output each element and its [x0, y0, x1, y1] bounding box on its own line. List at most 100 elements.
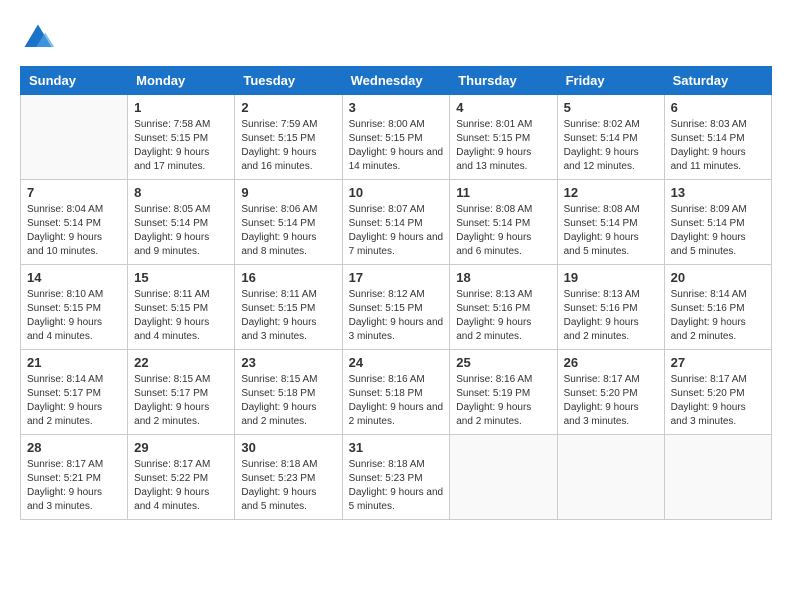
day-info: Sunrise: 8:10 AMSunset: 5:15 PMDaylight:… [27, 288, 121, 344]
day-info: Sunrise: 8:17 AMSunset: 5:21 PMDaylight:… [27, 458, 121, 514]
calendar-cell: 20 Sunrise: 8:14 AMSunset: 5:16 PMDayligh… [664, 265, 771, 350]
calendar-cell: 16Sunrise: 8:11 AMSunset: 5:15 PMDayligh… [235, 265, 342, 350]
calendar-cell: 1 Sunrise: 7:58 AMSunset: 5:15 PMDaylight… [128, 95, 235, 180]
day-info: Sunrise: 8:11 AMSunset: 5:15 PMDaylight:… [134, 288, 228, 344]
day-info: Sunrise: 8:09 AMSunset: 5:14 PMDaylight:… [671, 203, 765, 259]
day-info: Sunrise: 8:06 AMSunset: 5:14 PMDaylight:… [241, 203, 335, 259]
day-number: 1 [134, 100, 228, 115]
calendar-cell [664, 435, 771, 520]
day-number: 27 [671, 355, 765, 370]
day-info: Sunrise: 7:58 AMSunset: 5:15 PMDaylight:… [134, 118, 228, 174]
day-info: Sunrise: 8:16 AMSunset: 5:19 PMDaylight:… [456, 373, 550, 429]
weekday-header: Monday [128, 67, 235, 95]
day-info: Sunrise: 8:18 AMSunset: 5:23 PMDaylight:… [241, 458, 335, 514]
day-number: 2 [241, 100, 335, 115]
page-header [20, 20, 772, 56]
calendar-cell: 11 Sunrise: 8:08 AMSunset: 5:14 PMDayligh… [450, 180, 557, 265]
calendar-cell: 12Sunrise: 8:08 AMSunset: 5:14 PMDayligh… [557, 180, 664, 265]
calendar-cell: 7 Sunrise: 8:04 AMSunset: 5:14 PMDaylight… [21, 180, 128, 265]
day-number: 28 [27, 440, 121, 455]
calendar-cell: 19 Sunrise: 8:13 AMSunset: 5:16 PMDayligh… [557, 265, 664, 350]
day-number: 22 [134, 355, 228, 370]
day-info: Sunrise: 7:59 AMSunset: 5:15 PMDaylight:… [241, 118, 335, 174]
calendar-cell: 2 Sunrise: 7:59 AMSunset: 5:15 PMDaylight… [235, 95, 342, 180]
day-number: 20 [671, 270, 765, 285]
calendar-cell: 28 Sunrise: 8:17 AMSunset: 5:21 PMDayligh… [21, 435, 128, 520]
weekday-header: Thursday [450, 67, 557, 95]
logo-icon [20, 20, 56, 56]
calendar-cell: 22 Sunrise: 8:15 AMSunset: 5:17 PMDayligh… [128, 350, 235, 435]
day-number: 9 [241, 185, 335, 200]
calendar-cell: 6Sunrise: 8:03 AMSunset: 5:14 PMDaylight… [664, 95, 771, 180]
calendar-week-row: 28 Sunrise: 8:17 AMSunset: 5:21 PMDayligh… [21, 435, 772, 520]
day-number: 23 [241, 355, 335, 370]
day-number: 18 [456, 270, 550, 285]
calendar-cell: 4Sunrise: 8:01 AMSunset: 5:15 PMDaylight… [450, 95, 557, 180]
day-info: Sunrise: 8:13 AMSunset: 5:16 PMDaylight:… [456, 288, 550, 344]
day-info: Sunrise: 8:05 AMSunset: 5:14 PMDaylight:… [134, 203, 228, 259]
weekday-header: Tuesday [235, 67, 342, 95]
calendar-cell: 17 Sunrise: 8:12 AMSunset: 5:15 PMDayligh… [342, 265, 450, 350]
day-info: Sunrise: 8:15 AMSunset: 5:17 PMDaylight:… [134, 373, 228, 429]
day-number: 14 [27, 270, 121, 285]
day-number: 5 [564, 100, 658, 115]
calendar-cell: 8 Sunrise: 8:05 AMSunset: 5:14 PMDaylight… [128, 180, 235, 265]
day-info: Sunrise: 8:13 AMSunset: 5:16 PMDaylight:… [564, 288, 658, 344]
day-number: 8 [134, 185, 228, 200]
calendar-week-row: 1 Sunrise: 7:58 AMSunset: 5:15 PMDaylight… [21, 95, 772, 180]
calendar-cell: 23 Sunrise: 8:15 AMSunset: 5:18 PMDayligh… [235, 350, 342, 435]
weekday-header: Sunday [21, 67, 128, 95]
calendar-header-row: SundayMondayTuesdayWednesdayThursdayFrid… [21, 67, 772, 95]
calendar-cell: 15 Sunrise: 8:11 AMSunset: 5:15 PMDayligh… [128, 265, 235, 350]
day-number: 6 [671, 100, 765, 115]
calendar-cell: 21 Sunrise: 8:14 AMSunset: 5:17 PMDayligh… [21, 350, 128, 435]
day-info: Sunrise: 8:11 AMSunset: 5:15 PMDaylight:… [241, 288, 335, 344]
day-number: 26 [564, 355, 658, 370]
calendar-cell: 10 Sunrise: 8:07 AMSunset: 5:14 PMDayligh… [342, 180, 450, 265]
calendar-cell [21, 95, 128, 180]
day-number: 7 [27, 185, 121, 200]
day-number: 15 [134, 270, 228, 285]
day-number: 24 [349, 355, 444, 370]
day-number: 19 [564, 270, 658, 285]
day-number: 3 [349, 100, 444, 115]
day-number: 17 [349, 270, 444, 285]
calendar-cell: 25 Sunrise: 8:16 AMSunset: 5:19 PMDayligh… [450, 350, 557, 435]
day-info: Sunrise: 8:07 AMSunset: 5:14 PMDaylight:… [349, 203, 444, 259]
day-info: Sunrise: 8:02 AMSunset: 5:14 PMDaylight:… [564, 118, 658, 174]
calendar-cell: 18 Sunrise: 8:13 AMSunset: 5:16 PMDayligh… [450, 265, 557, 350]
calendar-cell: 13Sunrise: 8:09 AMSunset: 5:14 PMDayligh… [664, 180, 771, 265]
day-number: 11 [456, 185, 550, 200]
calendar-cell: 30 Sunrise: 8:18 AMSunset: 5:23 PMDayligh… [235, 435, 342, 520]
calendar-cell: 14 Sunrise: 8:10 AMSunset: 5:15 PMDayligh… [21, 265, 128, 350]
day-info: Sunrise: 8:17 AMSunset: 5:20 PMDaylight:… [671, 373, 765, 429]
calendar-week-row: 7 Sunrise: 8:04 AMSunset: 5:14 PMDaylight… [21, 180, 772, 265]
day-info: Sunrise: 8:15 AMSunset: 5:18 PMDaylight:… [241, 373, 335, 429]
weekday-header: Wednesday [342, 67, 450, 95]
calendar-cell: 26Sunrise: 8:17 AMSunset: 5:20 PMDayligh… [557, 350, 664, 435]
logo [20, 20, 60, 56]
day-info: Sunrise: 8:08 AMSunset: 5:14 PMDaylight:… [564, 203, 658, 259]
calendar-cell: 24Sunrise: 8:16 AMSunset: 5:18 PMDayligh… [342, 350, 450, 435]
weekday-header: Friday [557, 67, 664, 95]
day-info: Sunrise: 8:14 AMSunset: 5:17 PMDaylight:… [27, 373, 121, 429]
day-number: 21 [27, 355, 121, 370]
day-info: Sunrise: 8:12 AMSunset: 5:15 PMDaylight:… [349, 288, 444, 344]
day-number: 25 [456, 355, 550, 370]
day-info: Sunrise: 8:17 AMSunset: 5:22 PMDaylight:… [134, 458, 228, 514]
day-number: 30 [241, 440, 335, 455]
calendar-cell [557, 435, 664, 520]
calendar-cell [450, 435, 557, 520]
day-info: Sunrise: 8:08 AMSunset: 5:14 PMDaylight:… [456, 203, 550, 259]
calendar-table: SundayMondayTuesdayWednesdayThursdayFrid… [20, 66, 772, 520]
calendar-week-row: 14 Sunrise: 8:10 AMSunset: 5:15 PMDayligh… [21, 265, 772, 350]
calendar-week-row: 21 Sunrise: 8:14 AMSunset: 5:17 PMDayligh… [21, 350, 772, 435]
day-number: 10 [349, 185, 444, 200]
day-number: 29 [134, 440, 228, 455]
calendar-cell: 27 Sunrise: 8:17 AMSunset: 5:20 PMDayligh… [664, 350, 771, 435]
day-info: Sunrise: 8:14 AMSunset: 5:16 PMDaylight:… [671, 288, 765, 344]
day-info: Sunrise: 8:00 AMSunset: 5:15 PMDaylight:… [349, 118, 444, 174]
calendar-cell: 3 Sunrise: 8:00 AMSunset: 5:15 PMDaylight… [342, 95, 450, 180]
day-info: Sunrise: 8:04 AMSunset: 5:14 PMDaylight:… [27, 203, 121, 259]
weekday-header: Saturday [664, 67, 771, 95]
